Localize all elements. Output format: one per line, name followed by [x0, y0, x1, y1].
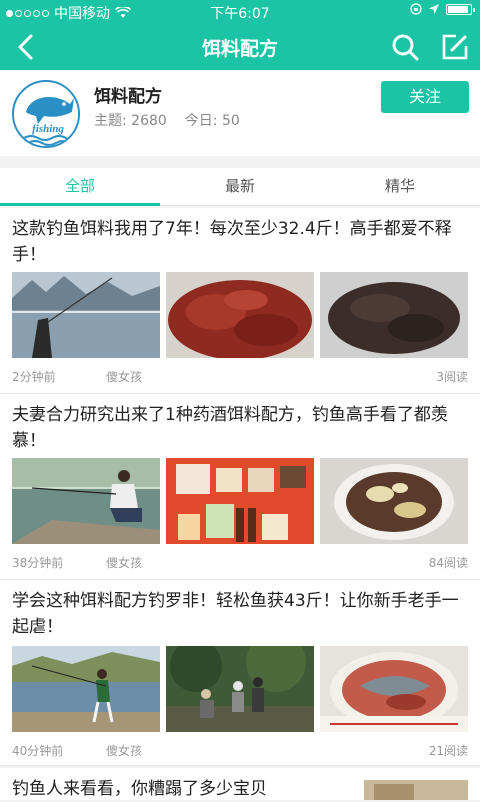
post-item[interactable]: 钓鱼人来看看，你糟蹋了多少宝贝: [0, 768, 480, 800]
post-reads: 3阅读: [436, 370, 468, 384]
post-image-forest-fishing[interactable]: [166, 646, 314, 732]
post-author[interactable]: 傻女孩: [106, 368, 142, 385]
location-arrow-icon: [429, 4, 439, 14]
post-item[interactable]: 学会这种饵料配方钓罗非！轻松鱼获43斤！让你新手老手一起虐！ 40分钟前 傻女孩…: [0, 580, 480, 766]
post-reads: 21阅读: [428, 744, 468, 758]
nav-bar: 饵料配方: [0, 24, 480, 70]
post-images: [12, 458, 468, 544]
post-author[interactable]: 傻女孩: [106, 554, 142, 571]
tab-featured[interactable]: 精华: [320, 168, 480, 205]
status-time: 下午6:07: [210, 6, 270, 22]
post-title[interactable]: 夫妻合力研究出来了1种药酒饵料配方，钓鱼高手看了都羡慕！: [12, 402, 468, 454]
battery-icon: [446, 3, 475, 15]
status-right: [410, 3, 475, 15]
post-reads: 84阅读: [428, 556, 468, 570]
post-image-fish-bowl[interactable]: [320, 646, 468, 732]
post-item[interactable]: 这款钓鱼饵料我用了7年！每次至少32.4斤！高手都爱不释手！ 2分钟前 傻女孩 …: [0, 208, 480, 394]
rotation-lock-icon: [410, 3, 422, 15]
post-title[interactable]: 学会这种饵料配方钓罗非！轻松鱼获43斤！让你新手老手一起虐！: [12, 588, 468, 640]
post-images: [12, 272, 468, 358]
logo-text: fishing: [32, 123, 64, 135]
post-item[interactable]: 夫妻合力研究出来了1种药酒饵料配方，钓鱼高手看了都羡慕！ 38分钟前 傻女孩 8…: [0, 394, 480, 580]
post-image-dark-bait[interactable]: [320, 272, 468, 358]
status-bar: 中国移动 下午6:07: [0, 0, 480, 24]
post-time: 40分钟前: [12, 744, 64, 758]
post-thumbnail[interactable]: [364, 780, 468, 800]
follow-button[interactable]: 关注: [381, 81, 469, 113]
post-images: [12, 646, 468, 732]
post-title[interactable]: 这款钓鱼饵料我用了7年！每次至少32.4斤！高手都爱不释手！: [12, 216, 468, 268]
post-time: 2分钟前: [12, 370, 56, 384]
forum-stats: 主题: 2680 今日: 50: [94, 110, 240, 130]
post-time: 38分钟前: [12, 556, 64, 570]
post-image-angler[interactable]: [12, 458, 160, 544]
post-image-medicinal-mix[interactable]: [320, 458, 468, 544]
post-author[interactable]: 傻女孩: [106, 742, 142, 759]
forum-header: fishing 饵料配方 主题: 2680 今日: 50 关注: [0, 70, 480, 156]
forum-name: 饵料配方: [94, 87, 162, 107]
post-image-ingredients[interactable]: [166, 458, 314, 544]
search-icon[interactable]: [390, 32, 420, 62]
today-count: 今日: 50: [184, 113, 240, 129]
post-image-red-bait[interactable]: [166, 272, 314, 358]
tab-all[interactable]: 全部: [0, 168, 160, 206]
post-image-lake[interactable]: [12, 272, 160, 358]
compose-icon[interactable]: [440, 32, 470, 62]
post-image-shore-fishing[interactable]: [12, 646, 160, 732]
forum-logo: fishing: [12, 80, 80, 148]
topic-count: 主题: 2680: [94, 113, 167, 129]
post-title[interactable]: 钓鱼人来看看，你糟蹋了多少宝贝: [12, 776, 352, 802]
tab-latest[interactable]: 最新: [160, 168, 320, 205]
tab-bar: 全部 最新 精华: [0, 168, 480, 206]
